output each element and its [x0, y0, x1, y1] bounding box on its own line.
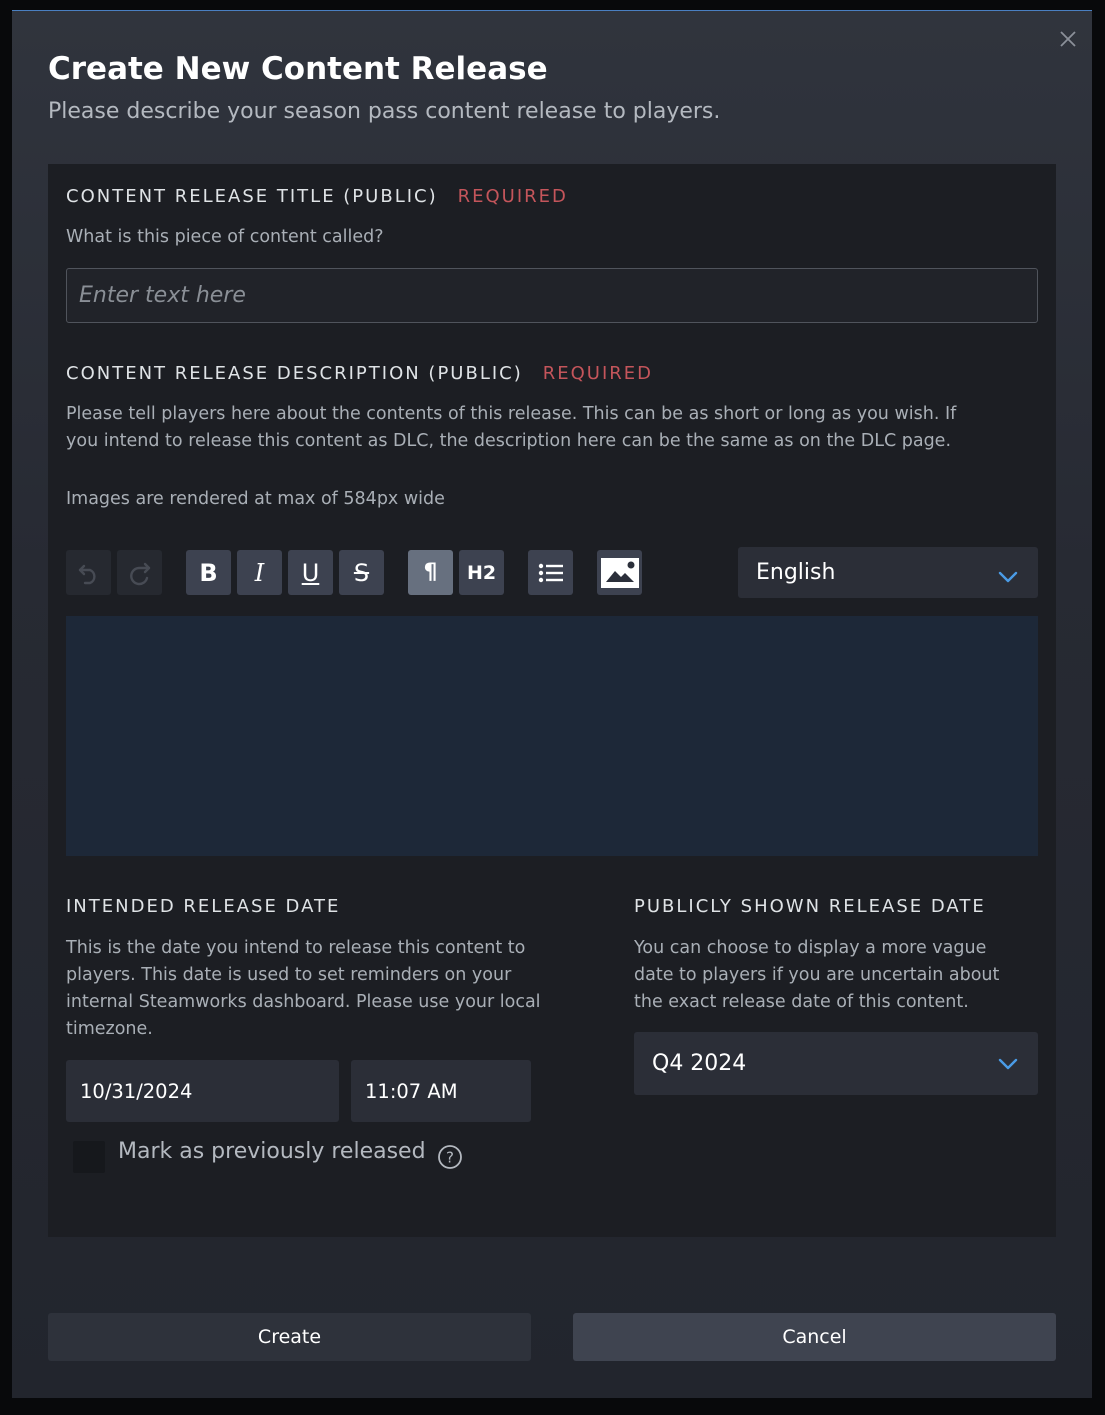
- paragraph-button[interactable]: ¶: [408, 550, 453, 595]
- close-icon: [1060, 31, 1076, 47]
- public-release-selected-value: Q4 2024: [652, 1051, 747, 1076]
- redo-icon: [129, 562, 150, 585]
- strikethrough-icon: S: [353, 558, 370, 587]
- description-help-line-1: Please tell players here about the conte…: [66, 404, 957, 424]
- content-title-input[interactable]: [66, 268, 1038, 323]
- description-field-label: CONTENT RELEASE DESCRIPTION (PUBLIC) REQU…: [66, 363, 653, 384]
- dialog-title: Create New Content Release: [48, 51, 548, 87]
- public-release-help: You can choose to display a more vague d…: [634, 938, 1000, 1012]
- bold-button[interactable]: B: [186, 550, 231, 595]
- previously-released-label[interactable]: Mark as previously released: [118, 1139, 426, 1164]
- chevron-down-icon: [998, 571, 1018, 582]
- help-circle-icon[interactable]: ?: [437, 1144, 463, 1170]
- language-selected-value: English: [756, 560, 836, 585]
- create-content-release-dialog: Create New Content Release Please descri…: [12, 10, 1092, 1398]
- release-time-input[interactable]: 11:07 AM: [351, 1060, 531, 1122]
- svg-text:?: ?: [446, 1149, 454, 1167]
- chevron-down-icon: [998, 1058, 1018, 1069]
- description-field-help: Please tell players here about the conte…: [66, 401, 1026, 455]
- required-badge: REQUIRED: [457, 186, 568, 207]
- list-icon: [538, 563, 563, 582]
- image-width-note: Images are rendered at max of 584px wide: [66, 489, 445, 509]
- title-field-label: CONTENT RELEASE TITLE (PUBLIC) REQUIRED: [66, 186, 568, 207]
- title-field-label-text: CONTENT RELEASE TITLE (PUBLIC): [66, 186, 438, 207]
- insert-image-button[interactable]: [597, 550, 642, 595]
- intended-release-label: INTENDED RELEASE DATE: [66, 896, 341, 917]
- public-release-label: PUBLICLY SHOWN RELEASE DATE: [634, 896, 986, 917]
- previously-released-checkbox[interactable]: [73, 1141, 105, 1173]
- description-help-line-2: you intend to release this content as DL…: [66, 431, 952, 451]
- bold-icon: B: [199, 558, 218, 587]
- release-date-input[interactable]: 10/31/2024: [66, 1060, 339, 1122]
- italic-icon: I: [254, 558, 265, 587]
- underline-button[interactable]: U: [288, 550, 333, 595]
- dialog-subtitle: Please describe your season pass content…: [48, 99, 721, 124]
- heading2-button[interactable]: H2: [459, 550, 504, 595]
- redo-button[interactable]: [117, 550, 162, 595]
- close-button[interactable]: [1056, 27, 1080, 51]
- paragraph-icon: ¶: [423, 560, 438, 585]
- form-panel: CONTENT RELEASE TITLE (PUBLIC) REQUIRED W…: [48, 164, 1056, 1237]
- strikethrough-button[interactable]: S: [339, 550, 384, 595]
- description-editor[interactable]: [66, 616, 1038, 856]
- public-release-date-select[interactable]: Q4 2024: [634, 1032, 1038, 1095]
- description-field-label-text: CONTENT RELEASE DESCRIPTION (PUBLIC): [66, 363, 523, 384]
- language-select[interactable]: English: [738, 547, 1038, 598]
- cancel-button[interactable]: Cancel: [573, 1313, 1056, 1361]
- title-field-help: What is this piece of content called?: [66, 227, 384, 247]
- create-button[interactable]: Create: [48, 1313, 531, 1361]
- underline-icon: U: [301, 558, 320, 587]
- intended-release-help: This is the date you intend to release t…: [66, 938, 541, 1039]
- undo-button[interactable]: [66, 550, 111, 595]
- undo-icon: [78, 564, 96, 584]
- heading2-icon: H2: [466, 561, 497, 584]
- image-icon: [600, 557, 639, 588]
- required-badge: REQUIRED: [542, 363, 654, 384]
- italic-button[interactable]: I: [237, 550, 282, 595]
- bullet-list-button[interactable]: [528, 550, 573, 595]
